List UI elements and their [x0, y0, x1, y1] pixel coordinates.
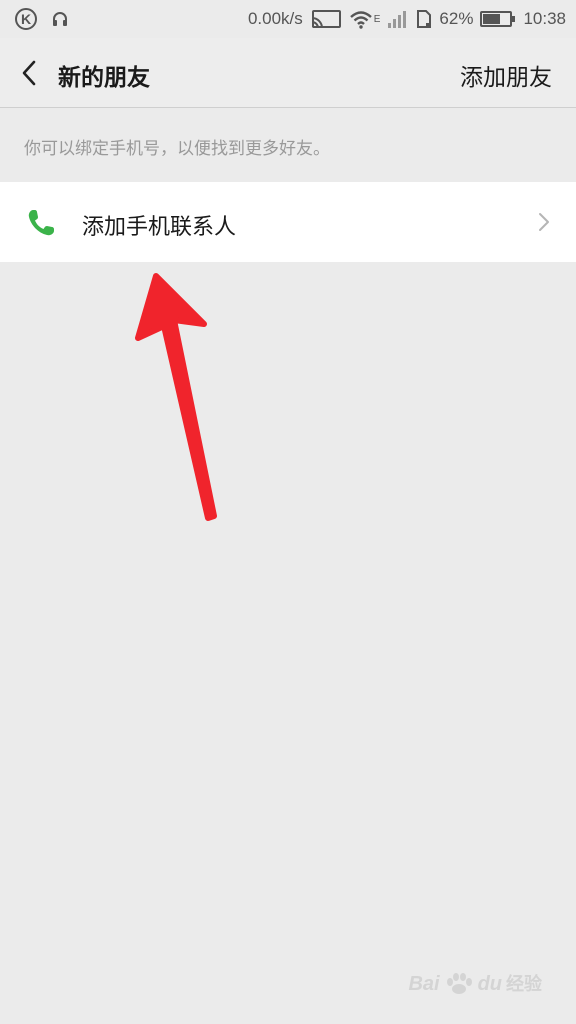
back-arrow-icon	[22, 60, 36, 86]
watermark-text: 经验	[506, 974, 542, 994]
paw-logo-icon	[446, 973, 472, 994]
back-button[interactable]	[14, 57, 44, 89]
annotation-arrow	[135, 273, 217, 521]
add-friend-button[interactable]: 添加朋友	[460, 58, 552, 92]
wifi-icon	[349, 9, 373, 29]
baidu-watermark: Bai du 经验	[408, 970, 542, 996]
k-app-icon: K	[15, 8, 37, 30]
net-speed: 0.00k/s	[247, 9, 303, 28]
signal-icon	[387, 9, 409, 29]
battery-icon	[480, 10, 516, 28]
headphones-icon	[51, 10, 69, 28]
cast-icon	[310, 9, 342, 29]
phone-icon	[28, 210, 54, 236]
add-phone-contacts-label: 添加手机联系人	[82, 215, 237, 240]
network-type: E	[373, 13, 381, 25]
watermark-brand-tail: du	[477, 973, 502, 995]
sim-icon	[416, 9, 432, 29]
clock: 10:38	[523, 9, 566, 28]
chevron-right-icon	[539, 213, 549, 231]
status-bar: K 0.00k/s E 62% 10:38	[0, 0, 576, 38]
bind-phone-hint: 你可以绑定手机号，以便找到更多好友。	[24, 139, 330, 159]
page-title: 新的朋友	[58, 65, 150, 91]
watermark-brand: Bai	[408, 973, 440, 995]
add-phone-contacts-row[interactable]: 添加手机联系人	[0, 182, 576, 262]
app-header: 新的朋友 添加朋友	[0, 38, 576, 108]
battery-percent: 62%	[439, 9, 474, 28]
